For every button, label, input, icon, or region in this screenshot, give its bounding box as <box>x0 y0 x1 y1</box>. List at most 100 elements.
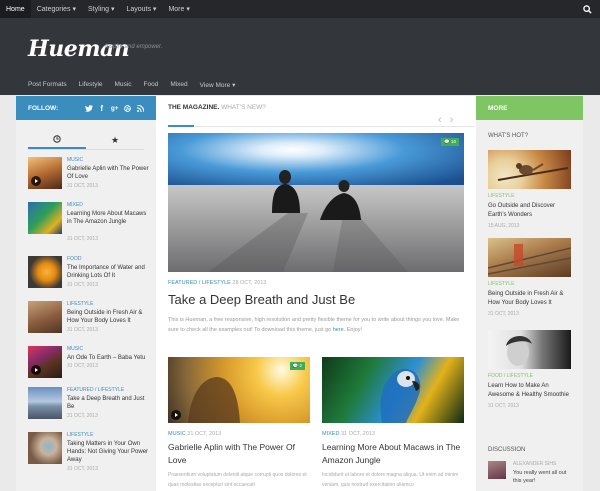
section-heading: THE MAGAZINE. WHAT'S NEW? <box>168 104 266 111</box>
subnav-post-formats[interactable]: Post Formats <box>22 81 73 89</box>
post-image[interactable]: 💬 2 <box>168 357 310 423</box>
beach-silhouette-image <box>168 133 464 272</box>
post-title[interactable]: Being Outside in Fresh Air & How Your Bo… <box>488 290 571 308</box>
chevron-left-icon[interactable]: ‹ <box>438 114 442 126</box>
bird-on-branch-image <box>497 163 569 181</box>
sidebar-post[interactable]: Music An Ode To Earth – Baba Yetu 31 OCT… <box>28 346 152 386</box>
post-title[interactable]: Learn How to Make An Awesome & Healthy S… <box>488 382 571 400</box>
nav-layouts[interactable]: Layouts ▾ <box>120 0 162 18</box>
post-category[interactable]: Lifestyle <box>488 281 571 287</box>
post-title[interactable]: Being Outside in Fresh Air & How Your Bo… <box>67 309 149 325</box>
post-category[interactable]: MUSIC <box>168 431 186 437</box>
more-bar: MORE <box>476 96 583 120</box>
post-thumbnail[interactable] <box>28 256 62 288</box>
page-background <box>583 95 600 491</box>
post-date: 31 OCT, 2013 <box>185 431 222 437</box>
discussion-item[interactable]: ALEXANDER SIHS You really went all out t… <box>488 461 578 491</box>
post-title[interactable]: The Importance of Water and Drinking Lot… <box>67 264 149 280</box>
sidebar-post[interactable]: Food The Importance of Water and Drinkin… <box>28 256 152 296</box>
post-category[interactable]: FEATURED / LIFESTYLE <box>168 280 231 286</box>
featured-meta: FEATURED / LIFESTYLE 28 OCT, 2013 <box>168 280 266 286</box>
post-thumbnail[interactable] <box>28 301 62 333</box>
excerpt-end: . Enjoy! <box>343 327 363 333</box>
post-title[interactable]: An Ode To Earth – Baba Yetu <box>67 354 149 362</box>
post-thumbnail[interactable] <box>28 157 62 189</box>
featured-image[interactable]: 💬 10 <box>168 133 464 272</box>
post-category[interactable]: Lifestyle <box>67 301 93 307</box>
subnav-food[interactable]: Food <box>138 81 165 89</box>
avatar[interactable] <box>488 461 506 479</box>
hot-post[interactable]: Lifestyle Go Outside and Discover Earth'… <box>488 150 571 229</box>
post-title[interactable]: Learning More About Macaws in The Amazon… <box>322 441 464 467</box>
comment-author[interactable]: ALEXANDER SIHS <box>513 461 556 467</box>
post-category[interactable]: Food <box>67 256 81 262</box>
post-title[interactable]: Learning More About Macaws in The Amazon… <box>67 210 149 226</box>
post-title[interactable]: Gabrielle Aplin with The Power Of Love <box>168 441 310 467</box>
subnav-view-more[interactable]: View More ▾ <box>194 81 242 89</box>
post-image[interactable] <box>322 357 464 423</box>
comment-count-badge[interactable]: 💬 10 <box>441 138 459 146</box>
post-date: 31 OCT, 2013 <box>67 236 98 242</box>
tab-recent[interactable] <box>28 132 86 149</box>
rss-icon[interactable] <box>134 102 147 115</box>
featured-post-title[interactable]: Take a Deep Breath and Just Be <box>168 292 355 307</box>
search-icon[interactable] <box>574 0 600 18</box>
download-link[interactable]: here <box>333 327 344 333</box>
post-title[interactable]: Taking Matters in Your Own Hands: Not Gi… <box>67 440 149 464</box>
post-card[interactable]: 💬 2 MUSIC 31 OCT, 2013 Gabrielle Aplin w… <box>168 357 310 490</box>
macaw-image <box>380 368 421 423</box>
post-category[interactable]: Featured / Lifestyle <box>67 387 124 393</box>
nav-styling[interactable]: Styling ▾ <box>82 0 120 18</box>
play-icon <box>31 365 41 375</box>
dribbble-icon[interactable] <box>121 102 134 115</box>
facebook-icon[interactable]: f <box>95 102 108 115</box>
comment-text[interactable]: You really went all out this year! <box>513 469 573 485</box>
hot-post[interactable]: Food / Lifestyle Learn How to Make An Aw… <box>488 330 571 409</box>
tab-popular[interactable]: ★ <box>86 132 144 149</box>
chevron-right-icon[interactable]: › <box>450 114 454 126</box>
sidebar-tabs: ★ <box>28 132 144 150</box>
sidebar-post[interactable]: Lifestyle Being Outside in Fresh Air & H… <box>28 301 152 341</box>
nav-categories[interactable]: Categories ▾ <box>31 0 82 18</box>
post-date: 31 OCT, 2013 <box>67 327 98 333</box>
post-image[interactable] <box>488 150 571 189</box>
nav-home[interactable]: Home <box>0 0 31 18</box>
post-title[interactable]: Go Outside and Discover Earth's Wonders <box>488 202 571 220</box>
post-category[interactable]: Music <box>67 346 83 352</box>
post-category[interactable]: Lifestyle <box>488 193 571 199</box>
post-category[interactable]: Food / Lifestyle <box>488 373 571 379</box>
post-category[interactable]: Mixed <box>67 202 83 208</box>
post-thumbnail[interactable] <box>28 346 62 378</box>
post-thumbnail[interactable] <box>28 202 62 234</box>
sidebar-post[interactable]: Mixed Learning More About Macaws in The … <box>28 202 152 242</box>
post-date: 31 OCT, 2013 <box>339 431 375 437</box>
post-category[interactable]: Music <box>67 157 83 163</box>
post-thumbnail[interactable] <box>28 432 62 464</box>
subnav-mixed[interactable]: Mixed <box>164 81 193 89</box>
clock-icon <box>53 134 61 145</box>
post-title[interactable]: Gabrielle Aplin with The Power Of Love <box>67 165 149 181</box>
slider-arrows: ‹ › <box>438 114 453 126</box>
twitter-icon[interactable] <box>82 102 95 115</box>
sidebar-post[interactable]: Music Gabrielle Aplin with The Power Of … <box>28 157 152 197</box>
sidebar-post[interactable]: Lifestyle Taking Matters in Your Own Han… <box>28 432 152 472</box>
post-card[interactable]: MIXED 31 OCT, 2013 Learning More About M… <box>322 357 464 490</box>
subnav-music[interactable]: Music <box>109 81 138 89</box>
more-label: MORE <box>488 105 508 112</box>
post-image[interactable] <box>488 238 571 277</box>
divider <box>194 126 474 127</box>
post-title[interactable]: Take a Deep Breath and Just Be <box>67 395 149 411</box>
sub-navigation: Post Formats Lifestyle Music Food Mixed … <box>22 81 241 89</box>
post-category[interactable]: MIXED <box>322 431 339 437</box>
google-plus-icon[interactable]: g+ <box>108 102 121 115</box>
subnav-lifestyle[interactable]: Lifestyle <box>73 81 109 89</box>
comment-count-badge[interactable]: 💬 2 <box>289 362 305 370</box>
site-tagline: Inspire and empower. <box>105 44 163 50</box>
post-thumbnail[interactable] <box>28 387 62 419</box>
nav-more[interactable]: More ▾ <box>162 0 195 18</box>
post-category[interactable]: Lifestyle <box>67 432 93 438</box>
post-date: 31 OCT, 2013 <box>488 403 519 409</box>
sidebar-post[interactable]: Featured / Lifestyle Take a Deep Breath … <box>28 387 152 427</box>
post-image[interactable] <box>488 330 571 369</box>
hot-post[interactable]: Lifestyle Being Outside in Fresh Air & H… <box>488 238 571 317</box>
